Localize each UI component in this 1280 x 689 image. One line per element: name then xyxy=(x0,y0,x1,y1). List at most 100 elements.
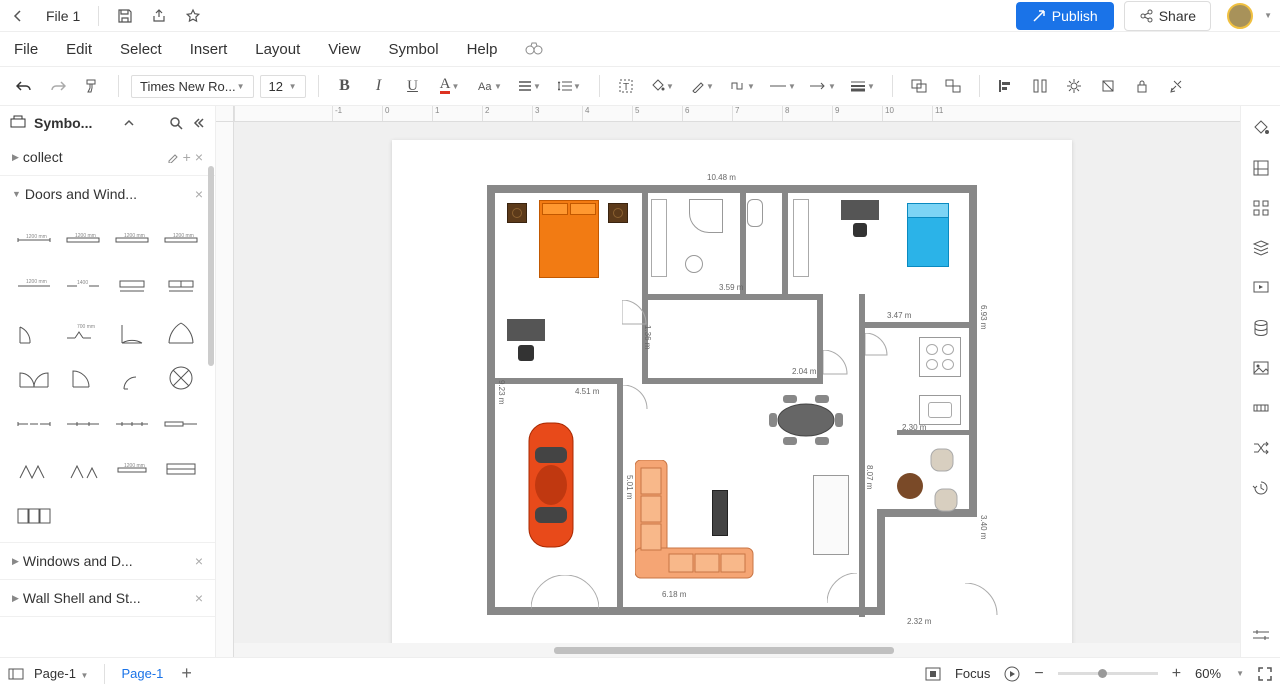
publish-button[interactable]: Publish xyxy=(1016,2,1114,30)
shape-door-arc[interactable] xyxy=(109,356,156,400)
shape-door-2[interactable]: 700 mm xyxy=(59,310,106,354)
undo-button[interactable] xyxy=(10,72,38,100)
close-wallshell-icon[interactable]: × xyxy=(195,590,203,606)
play-button[interactable] xyxy=(1004,666,1020,682)
nightstand-1[interactable] xyxy=(507,203,527,223)
menu-select[interactable]: Select xyxy=(120,41,162,58)
panel-doors[interactable]: ▼ Doors and Wind... × xyxy=(0,176,215,212)
page-layout-icon[interactable] xyxy=(8,668,24,680)
layers-button[interactable] xyxy=(1247,154,1275,182)
close-doors-icon[interactable]: × xyxy=(195,186,203,202)
page-select[interactable]: Page-1 ▼ xyxy=(24,662,98,685)
align-left-button[interactable] xyxy=(992,72,1020,100)
shape-triple-window[interactable] xyxy=(10,494,57,538)
theme-button[interactable] xyxy=(1247,114,1275,142)
dining-table[interactable] xyxy=(769,395,843,445)
l-sofa[interactable] xyxy=(635,460,755,580)
desk-1[interactable] xyxy=(507,319,545,361)
shape-sliding-3[interactable] xyxy=(109,402,156,446)
shape-door-3[interactable] xyxy=(109,310,156,354)
shape-opening-2[interactable]: 1400 xyxy=(59,264,106,308)
closet-rail-2[interactable] xyxy=(793,199,809,277)
shape-bifold-2[interactable] xyxy=(59,448,106,492)
save-icon[interactable] xyxy=(117,8,133,24)
shape-door-4[interactable] xyxy=(158,310,205,354)
bed-single[interactable] xyxy=(907,203,949,267)
kitchen-sink[interactable] xyxy=(919,395,961,425)
collapse-up-icon[interactable] xyxy=(123,118,135,128)
history-button[interactable] xyxy=(1247,474,1275,502)
add-collect-icon[interactable]: + xyxy=(183,149,191,165)
zoom-slider[interactable] xyxy=(1058,672,1158,675)
menu-insert[interactable]: Insert xyxy=(190,41,228,58)
sidebar-scrollbar[interactable] xyxy=(208,166,214,366)
shape-wall-2[interactable]: 1200 mm xyxy=(59,218,106,262)
connector-button[interactable]: ▼ xyxy=(726,72,760,100)
shape-wall-1[interactable]: 1200 mm xyxy=(10,218,57,262)
menu-file[interactable]: File xyxy=(14,41,38,58)
cabinet[interactable] xyxy=(813,475,849,555)
canvas-viewport[interactable]: 10.48 m xyxy=(234,122,1240,643)
page-tab-1[interactable]: Page-1 xyxy=(111,662,173,685)
shuffle-button[interactable] xyxy=(1247,434,1275,462)
shape-wall-4[interactable]: 1200 mm xyxy=(158,218,205,262)
shape-empty-2[interactable] xyxy=(109,494,156,538)
settings-toggle-button[interactable] xyxy=(1247,621,1275,649)
shape-sliding-1[interactable] xyxy=(10,402,57,446)
effects-button[interactable] xyxy=(1060,72,1088,100)
close-windows-icon[interactable]: × xyxy=(195,553,203,569)
toilet[interactable] xyxy=(747,199,763,227)
door-arc-6[interactable] xyxy=(965,583,1001,619)
export-icon[interactable] xyxy=(151,8,167,24)
back-button[interactable] xyxy=(8,6,28,26)
dimension-button[interactable] xyxy=(1247,394,1275,422)
car[interactable] xyxy=(527,415,575,555)
share-button[interactable]: Share xyxy=(1124,1,1211,31)
shape-sliding-2[interactable] xyxy=(59,402,106,446)
shape-double-door-1[interactable] xyxy=(10,356,57,400)
door-arc-4[interactable] xyxy=(623,385,651,413)
shape-bifold-1[interactable] xyxy=(10,448,57,492)
shower[interactable] xyxy=(689,199,723,233)
tools-button[interactable] xyxy=(1162,72,1190,100)
panel-wallshell[interactable]: ▶ Wall Shell and St... × xyxy=(0,580,215,616)
ungroup-button[interactable] xyxy=(939,72,967,100)
pen-button[interactable]: ▼ xyxy=(686,72,720,100)
door-arc-5[interactable] xyxy=(827,573,861,607)
shape-empty-3[interactable] xyxy=(158,494,205,538)
garage-door-arc[interactable] xyxy=(531,575,599,611)
shape-window-1[interactable] xyxy=(109,264,156,308)
arrow-style-button[interactable]: ▼ xyxy=(806,72,840,100)
text-box-button[interactable]: T xyxy=(612,72,640,100)
focus-mode-icon[interactable] xyxy=(925,667,941,681)
fullscreen-button[interactable] xyxy=(1258,667,1272,681)
binoculars-icon[interactable] xyxy=(525,42,543,56)
door-arc-2[interactable] xyxy=(823,350,853,380)
lock-button[interactable] xyxy=(1128,72,1156,100)
italic-button[interactable]: I xyxy=(365,72,393,100)
line-weight-button[interactable]: ▼ xyxy=(846,72,880,100)
close-collect-icon[interactable]: × xyxy=(195,149,203,165)
sink[interactable] xyxy=(685,255,703,273)
text-case-button[interactable]: Aa▼ xyxy=(473,72,507,100)
presentation-button[interactable] xyxy=(1247,274,1275,302)
avatar-dropdown[interactable]: ▼ xyxy=(1264,11,1272,20)
edit-collect-icon[interactable] xyxy=(167,151,179,163)
armchair-2[interactable] xyxy=(931,485,961,515)
image-button[interactable] xyxy=(1247,354,1275,382)
closet-rail-1[interactable] xyxy=(651,199,667,277)
nightstand-2[interactable] xyxy=(608,203,628,223)
format-painter-button[interactable] xyxy=(78,72,106,100)
line-spacing-button[interactable]: ▼ xyxy=(553,72,587,100)
database-button[interactable] xyxy=(1247,314,1275,342)
zoom-dropdown[interactable]: ▼ xyxy=(1236,669,1244,678)
menu-view[interactable]: View xyxy=(328,41,360,58)
zoom-in-button[interactable]: + xyxy=(1172,665,1181,683)
search-icon[interactable] xyxy=(169,116,183,130)
bed-master[interactable] xyxy=(539,200,599,278)
line-style-button[interactable]: ▼ xyxy=(766,72,800,100)
fill-button[interactable]: ▼ xyxy=(646,72,680,100)
menu-symbol[interactable]: Symbol xyxy=(389,41,439,58)
shape-opening-1[interactable]: 1200 mm xyxy=(10,264,57,308)
redo-button[interactable] xyxy=(44,72,72,100)
